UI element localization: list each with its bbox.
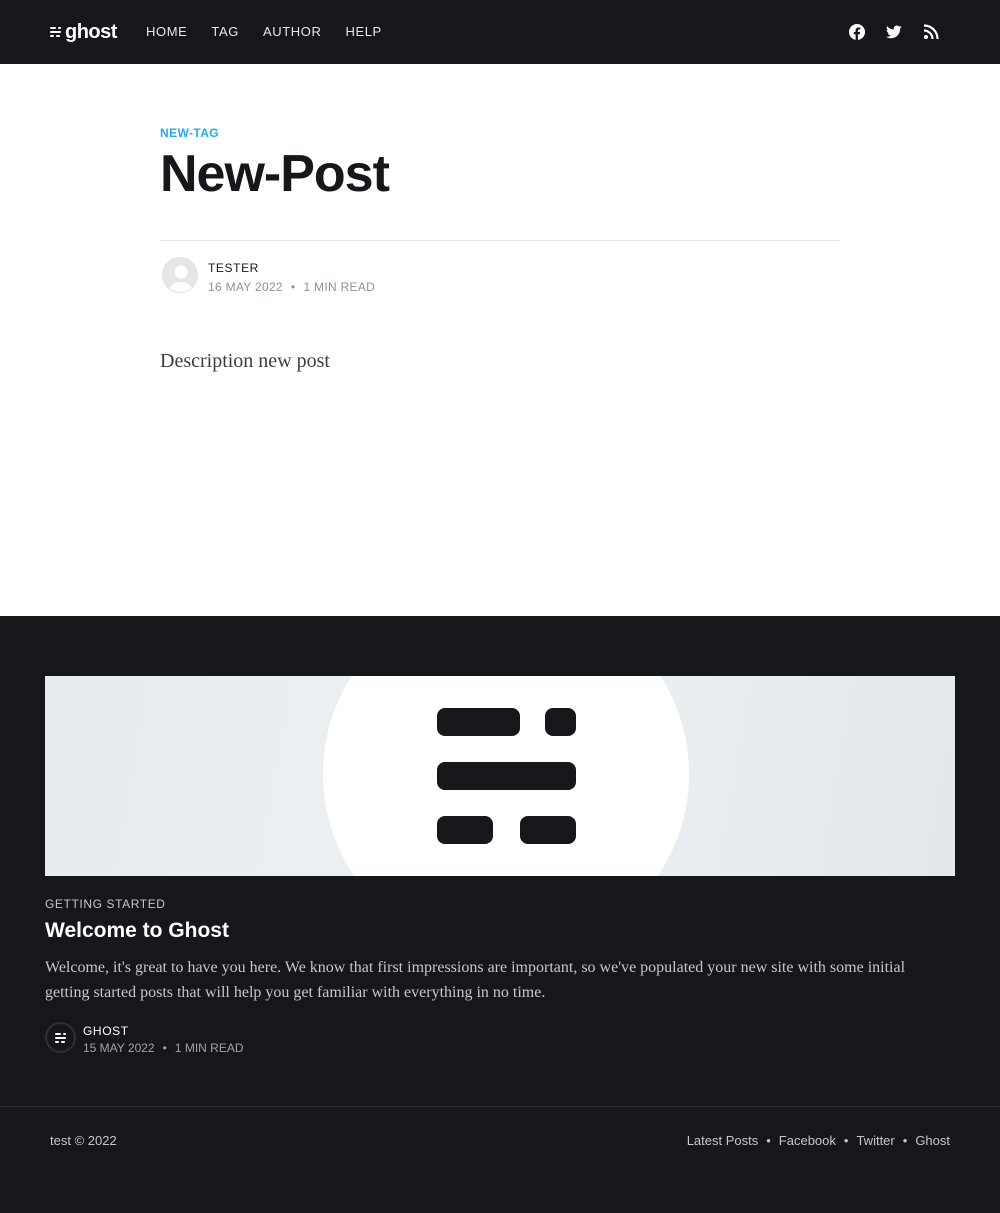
ghost-logo-icon	[55, 1032, 66, 1043]
reading-time: 1 MIN READ	[303, 280, 376, 294]
post-card-tag[interactable]: GETTING STARTED	[45, 897, 166, 911]
meta-separator: •	[162, 1041, 167, 1055]
twitter-icon[interactable]	[886, 24, 902, 40]
divider	[160, 240, 840, 241]
footer-separator: •	[766, 1133, 771, 1148]
footer-link-facebook[interactable]: Facebook	[779, 1133, 836, 1148]
logo-text: ghost	[65, 21, 117, 43]
facebook-icon[interactable]	[849, 24, 865, 40]
rss-icon[interactable]	[923, 24, 939, 40]
article-meta: 16 MAY 2022 • 1 MIN READ	[208, 280, 375, 294]
author-avatar[interactable]	[162, 257, 198, 293]
post-card-date: 15 MAY 2022	[83, 1041, 155, 1055]
meta-separator: •	[290, 280, 296, 294]
primary-tag[interactable]: NEW-TAG	[160, 126, 219, 140]
post-card-title[interactable]: Welcome to Ghost	[45, 919, 229, 943]
main-nav: HOME TAG AUTHOR HELP	[146, 24, 382, 40]
footer-link-twitter[interactable]: Twitter	[856, 1133, 894, 1148]
post-card-author-name[interactable]: GHOST	[83, 1024, 129, 1038]
author-name[interactable]: TESTER	[208, 261, 259, 275]
user-icon	[163, 258, 197, 292]
ghost-logo-icon	[50, 27, 62, 37]
footer-link-ghost[interactable]: Ghost	[915, 1133, 950, 1148]
article-title: New-Post	[160, 145, 390, 203]
nav-item-home[interactable]: HOME	[146, 24, 187, 40]
footer-link-latest-posts[interactable]: Latest Posts	[687, 1133, 759, 1148]
article-excerpt: Description new post	[160, 350, 330, 372]
site-header: ghost HOME TAG AUTHOR HELP	[0, 0, 1000, 64]
site-footer: test © 2022 Latest Posts • Facebook • Tw…	[0, 1106, 1000, 1213]
social-links	[849, 24, 939, 40]
nav-item-author[interactable]: AUTHOR	[263, 24, 322, 40]
nav-item-help[interactable]: HELP	[345, 24, 381, 40]
post-card-reading-time: 1 MIN READ	[174, 1041, 244, 1055]
post-card-excerpt: Welcome, it's great to have you here. We…	[45, 959, 906, 1001]
footer-separator: •	[843, 1133, 849, 1148]
read-next-section: GETTING STARTED Welcome to Ghost Welcome…	[0, 616, 1000, 1106]
nav-item-tag[interactable]: TAG	[211, 24, 239, 40]
post-card-image[interactable]	[45, 676, 955, 876]
footer-nav: Latest Posts • Facebook • Twitter • Ghos…	[687, 1133, 950, 1148]
post-card-meta: 15 MAY 2022 • 1 MIN READ	[83, 1041, 244, 1055]
site-logo[interactable]: ghost	[50, 20, 117, 44]
copyright: test © 2022	[50, 1133, 117, 1148]
publish-date: 16 MAY 2022	[208, 280, 283, 294]
footer-separator: •	[902, 1133, 908, 1148]
post-card-author-avatar[interactable]	[45, 1022, 76, 1053]
